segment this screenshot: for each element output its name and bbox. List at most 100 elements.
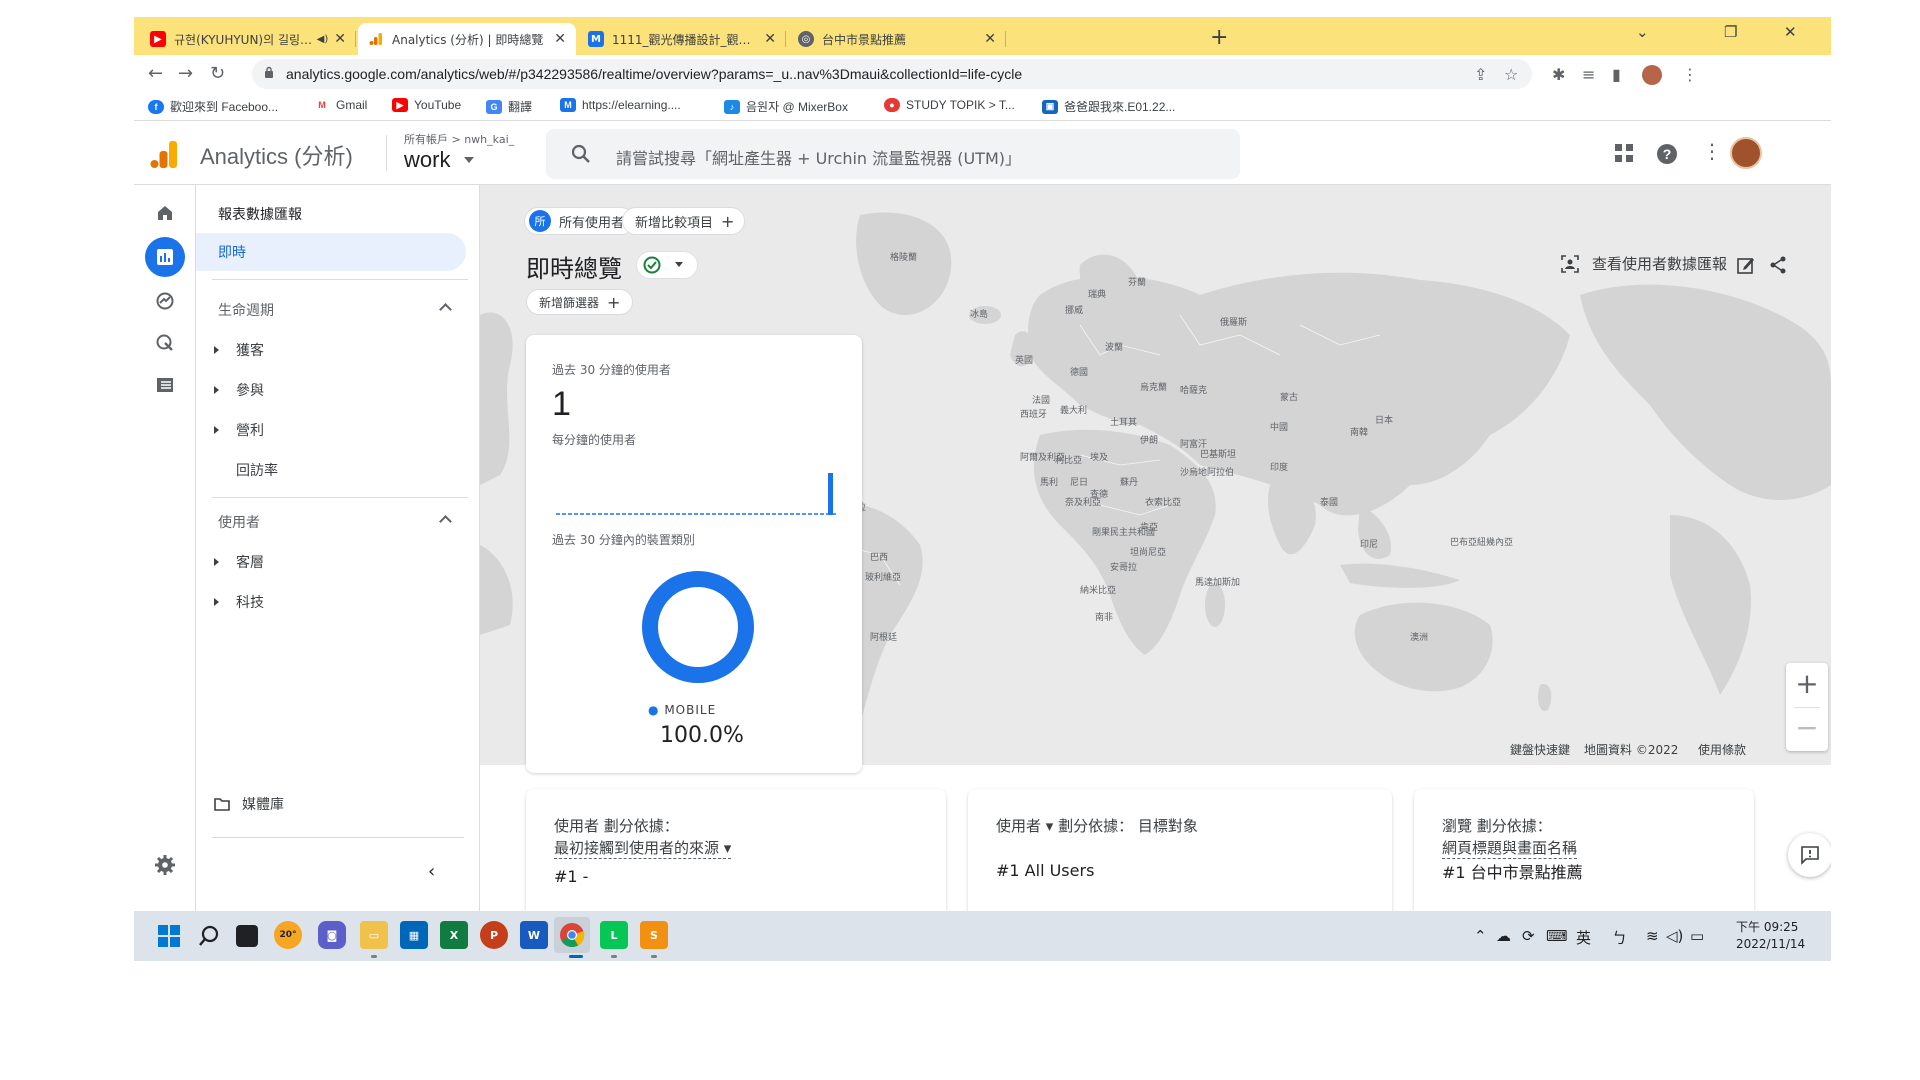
search-input[interactable]: 請嘗試搜尋「網址產生器 + Urchin 流量監視器 (UTM)」 (546, 129, 1240, 179)
add-filter-chip[interactable]: 新增篩選器 + (526, 289, 634, 315)
windows-start-icon[interactable] (158, 925, 180, 947)
file-explorer-icon[interactable]: ▭ (360, 921, 388, 949)
ime-mode-icon[interactable]: ㄅ (1612, 927, 1627, 948)
reload-icon[interactable]: ↻ (210, 63, 225, 84)
rail-admin[interactable] (145, 845, 185, 885)
nav-heading[interactable]: 報表數據匯報 (196, 195, 466, 233)
chevron-down-icon[interactable] (464, 157, 474, 163)
rail-advertising[interactable] (145, 323, 185, 363)
tab-elearning[interactable]: M 1111_觀光傳播設計_觀光三Aa班 ✕ (578, 23, 786, 55)
battery-icon[interactable]: ▭ (1690, 927, 1704, 945)
per-minute-chart[interactable] (552, 459, 842, 519)
avatar[interactable] (1642, 65, 1662, 85)
nav-item-library[interactable]: 媒體庫 (196, 785, 466, 823)
side-panel-icon[interactable]: ▮ (1612, 65, 1621, 84)
all-users-chip[interactable]: 所 所有使用者 (524, 207, 636, 235)
store-icon[interactable]: ▦ (400, 921, 428, 949)
keyboard-shortcuts-link[interactable]: 鍵盤快速鍵 (1510, 741, 1570, 758)
nav-item-monetization[interactable]: 營利 (196, 411, 466, 449)
more-vert-icon[interactable]: ⋮ (1682, 65, 1698, 84)
help-icon[interactable]: ? (1656, 143, 1678, 165)
nav-section-lifecycle[interactable]: 生命週期 (196, 291, 466, 329)
nav-item-acquisition[interactable]: 獲客 (196, 331, 466, 369)
user-snapshot-link[interactable]: 查看使用者數據匯報 (1560, 253, 1727, 274)
nav-item-retention[interactable]: 回訪率 (196, 451, 466, 489)
tray-overflow-icon[interactable]: ⌃ (1474, 927, 1487, 945)
tray-sync-icon[interactable]: ⟳ (1522, 927, 1535, 945)
bookmark-item[interactable]: ♪ 음원자 @ MixerBox (724, 98, 848, 115)
account-breadcrumb[interactable]: 所有帳戶 > nwh_kai_ (404, 131, 514, 147)
search-icon[interactable] (198, 925, 220, 947)
tray-app-icon[interactable]: ☁ (1496, 927, 1511, 945)
dimension-selector[interactable]: 網頁標題與畫面名稱 (1442, 837, 1578, 859)
minute-bar[interactable] (828, 473, 833, 515)
extensions-icon[interactable]: ✱ (1552, 65, 1565, 84)
zoom-in-button[interactable]: + (1786, 663, 1828, 707)
forward-arrow-icon[interactable]: → (178, 63, 193, 84)
reading-list-icon[interactable]: ≡ (1582, 65, 1595, 84)
account-avatar[interactable] (1730, 137, 1762, 169)
new-tab-button[interactable]: + (1210, 25, 1228, 50)
terms-link[interactable]: 使用條款 (1698, 741, 1746, 758)
close-icon[interactable]: ✕ (984, 31, 996, 47)
chat-icon[interactable]: ◙ (318, 921, 346, 949)
nav-section-user[interactable]: 使用者 (196, 503, 466, 541)
data-quality-badge[interactable] (636, 251, 698, 279)
bookmark-star-icon[interactable]: ☆ (1504, 65, 1518, 84)
card-title[interactable]: 使用者 ▾ 劃分依據： 目標對象 (996, 815, 1198, 836)
keyboard-icon[interactable]: ⌨ (1546, 927, 1568, 945)
customize-report-icon[interactable] (1736, 255, 1756, 275)
property-selector[interactable]: work (404, 147, 450, 173)
tab-search-chevron-icon[interactable]: ⌄ (1636, 23, 1649, 41)
nav-item-demographics[interactable]: 客層 (196, 543, 466, 581)
add-comparison-chip[interactable]: 新增比較項目 + (622, 207, 746, 235)
audio-icon[interactable]: ◀) (317, 34, 329, 45)
tab-taichung[interactable]: ◎ 台中市景點推薦 ✕ (788, 23, 1006, 55)
restore-window-icon[interactable]: ❐ (1724, 23, 1737, 41)
share-icon[interactable]: ⇪ (1474, 65, 1487, 84)
close-window-icon[interactable]: ✕ (1784, 23, 1797, 41)
bookmark-item[interactable]: ● STUDY TOPIK > T... (884, 98, 1015, 112)
share-icon[interactable] (1768, 255, 1788, 275)
nav-item-tech[interactable]: 科技 (196, 583, 466, 621)
zoom-out-button[interactable]: − (1786, 707, 1828, 751)
rail-explore[interactable] (145, 281, 185, 321)
nav-item-realtime[interactable]: 即時 (196, 233, 466, 271)
more-vert-icon[interactable]: ⋮ (1702, 139, 1722, 163)
nav-item-engagement[interactable]: 參與 (196, 371, 466, 409)
wifi-icon[interactable]: ≋ (1646, 927, 1659, 945)
bookmark-item[interactable]: ▣ 爸爸跟我來.E01.22... (1042, 98, 1175, 115)
rail-home[interactable] (145, 193, 185, 233)
back-arrow-icon[interactable]: ← (148, 63, 163, 84)
excel-icon[interactable]: X (440, 921, 468, 949)
powerpoint-icon[interactable]: P (480, 921, 508, 949)
bookmark-item[interactable]: M Gmail (314, 98, 367, 112)
feedback-button[interactable] (1788, 833, 1831, 877)
device-donut-chart[interactable] (638, 567, 758, 687)
tab-youtube[interactable]: ▶ 규현(KYUHYUN)의 길링무아 ◀) ✕ (140, 23, 356, 55)
volume-icon[interactable]: ◁) (1666, 927, 1683, 945)
close-icon[interactable]: ✕ (334, 31, 346, 47)
apps-grid-icon[interactable] (1614, 143, 1634, 163)
dimension-selector[interactable]: 最初接觸到使用者的來源 ▾ (554, 837, 732, 859)
word-icon[interactable]: W (520, 921, 548, 949)
rail-configure[interactable] (145, 365, 185, 405)
close-icon[interactable]: ✕ (554, 31, 566, 47)
bookmark-item[interactable]: Mhttps://elearning.... (560, 98, 681, 112)
rail-reports[interactable] (145, 237, 185, 277)
sublime-icon[interactable]: S (640, 921, 668, 949)
bookmark-item[interactable]: ▶ YouTube (392, 98, 461, 112)
bookmark-item[interactable]: G 翻譯 (486, 98, 532, 115)
address-bar[interactable]: analytics.google.com/analytics/web/#/p34… (252, 59, 1532, 89)
line-icon[interactable]: L (600, 921, 628, 949)
task-view-icon[interactable] (236, 925, 258, 947)
analytics-logo-icon[interactable] (150, 139, 178, 169)
donut-slice-mobile[interactable] (642, 571, 754, 683)
chrome-active-tile[interactable] (554, 917, 590, 953)
system-clock[interactable]: 下午 09:25 2022/11/14 (1736, 919, 1805, 953)
tab-analytics[interactable]: Analytics (分析) | 即時總覽 ✕ (358, 23, 576, 55)
bookmark-item[interactable]: f 歡迎來到 Faceboo... (148, 98, 278, 115)
close-icon[interactable]: ✕ (764, 31, 776, 47)
weather-widget[interactable]: 20° (274, 921, 302, 949)
collapse-nav-icon[interactable]: ‹ (428, 861, 435, 882)
